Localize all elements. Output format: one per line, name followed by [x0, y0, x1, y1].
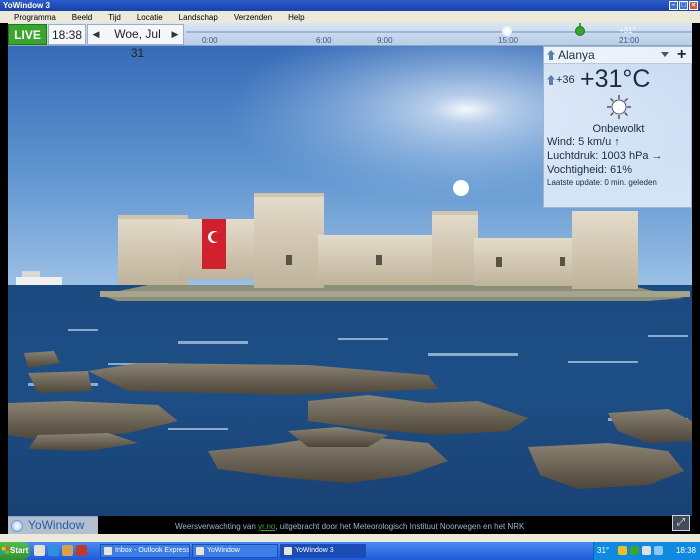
- timeline-temp: +31°: [619, 26, 636, 35]
- tray-temperature[interactable]: 31°: [597, 542, 609, 560]
- quicklaunch-media-icon[interactable]: [62, 545, 73, 556]
- date-navigator: ◀ Woe, Jul 31 ▶: [87, 24, 184, 60]
- menu-locatie[interactable]: Locatie: [129, 13, 171, 22]
- tray-weather-icon[interactable]: [618, 546, 627, 555]
- app-view: LIVE 18:38 ◀ Woe, Jul 31 ▶ 0:00 6:00 9:0…: [8, 23, 692, 534]
- tray-app-icon[interactable]: [630, 546, 639, 555]
- menu-verzenden[interactable]: Verzenden: [226, 13, 280, 22]
- task-outlook-express[interactable]: Inbox - Outlook Express: [100, 544, 190, 558]
- condition-label: Onbewolkt: [592, 123, 645, 135]
- location-dropdown-icon[interactable]: [661, 52, 669, 57]
- timeline-scrubber[interactable]: 0:00 6:00 9:00 15:00 21:00 +31°: [186, 23, 692, 45]
- add-location-icon[interactable]: +: [677, 46, 686, 64]
- tick-1500: 15:00: [498, 36, 519, 45]
- menu-programma[interactable]: Programma: [6, 13, 64, 22]
- tick-0600: 6:00: [316, 36, 332, 45]
- taskbar: Start Inbox - Outlook Express YoWindow Y…: [0, 542, 700, 560]
- menu-help[interactable]: Help: [280, 13, 312, 22]
- menu-tijd[interactable]: Tijd: [100, 13, 129, 22]
- window-frame-bottom: [0, 534, 700, 542]
- window-title-bar: YoWindow 3 – □ ×: [0, 0, 700, 11]
- logo-sun-icon: [11, 520, 23, 532]
- menu-beeld[interactable]: Beeld: [64, 13, 100, 22]
- tick-0000: 0:00: [202, 36, 218, 45]
- credit-link[interactable]: yr.no: [258, 522, 275, 531]
- live-button[interactable]: LIVE: [8, 24, 47, 45]
- menu-bar: Programma Beeld Tijd Locatie Landschap V…: [0, 11, 700, 23]
- folder-icon: [196, 547, 204, 555]
- task-label: YoWindow 3: [295, 547, 334, 554]
- task-yowindow-3[interactable]: YoWindow 3: [280, 544, 366, 558]
- clock-display[interactable]: 18:38: [48, 24, 86, 45]
- system-tray: 31° 18:38: [593, 542, 700, 560]
- menu-landschap[interactable]: Landschap: [171, 13, 226, 22]
- maximize-button[interactable]: □: [679, 1, 688, 10]
- yowindow-logo[interactable]: YoWindow: [8, 516, 98, 534]
- weather-panel: Alanya + +36 +31°C Onbewolkt Wind: 5 km/…: [543, 46, 692, 208]
- tick-0900: 9:00: [377, 36, 393, 45]
- feels-like-arrow-icon: [547, 75, 555, 85]
- last-update: Laatste update: 0 min. geleden: [547, 178, 657, 187]
- feels-like-temp: +36: [556, 74, 575, 86]
- sunny-icon: [607, 95, 631, 119]
- outlook-icon: [104, 547, 112, 555]
- credit-suffix: , uitgebracht door het Meteorologisch In…: [275, 522, 525, 531]
- tray-clock[interactable]: 18:38: [676, 542, 696, 560]
- task-yowindow[interactable]: YoWindow: [192, 544, 278, 558]
- tray-network-icon[interactable]: [642, 546, 651, 555]
- location-header: Alanya +: [544, 46, 692, 64]
- task-label: Inbox - Outlook Express: [115, 547, 190, 554]
- close-button[interactable]: ×: [689, 1, 698, 10]
- quicklaunch-app-icon[interactable]: [76, 545, 87, 556]
- timeline-bar: LIVE 18:38 ◀ Woe, Jul 31 ▶ 0:00 6:00 9:0…: [8, 23, 692, 60]
- now-marker-handle[interactable]: [575, 26, 585, 36]
- fullscreen-icon[interactable]: ⤢: [672, 515, 690, 531]
- next-day-icon[interactable]: ▶: [169, 25, 181, 44]
- pressure-info: Luchtdruk: 1003 hPa →: [547, 150, 663, 162]
- humidity-info: Vochtigheid: 61%: [547, 164, 633, 176]
- wind-info: Wind: 5 km/u ↑: [547, 136, 620, 148]
- timeline-sun-icon: [502, 26, 512, 36]
- credit-prefix: Weersverwachting van: [175, 522, 258, 531]
- quicklaunch-desktop-icon[interactable]: [34, 545, 45, 556]
- tick-2100: 21:00: [619, 36, 640, 45]
- task-label: YoWindow: [207, 547, 240, 554]
- window-title: YoWindow 3: [3, 1, 50, 10]
- yowindow-app-icon: [284, 547, 292, 555]
- date-label[interactable]: Woe, Jul 31: [106, 25, 169, 63]
- location-arrow-icon: [547, 50, 555, 60]
- prev-day-icon[interactable]: ◀: [90, 25, 102, 44]
- logo-text: YoWindow: [28, 518, 85, 532]
- start-button[interactable]: Start: [0, 542, 30, 560]
- tray-volume-icon[interactable]: [654, 546, 663, 555]
- quicklaunch-ie-icon[interactable]: [48, 545, 59, 556]
- minimize-button[interactable]: –: [669, 1, 678, 10]
- location-name[interactable]: Alanya: [558, 48, 595, 62]
- timeline-track: [186, 31, 692, 33]
- window-controls: – □ ×: [669, 1, 698, 10]
- forecast-credit: Weersverwachting van yr.no, uitgebracht …: [175, 522, 524, 531]
- current-temperature: +31°C: [580, 65, 651, 93]
